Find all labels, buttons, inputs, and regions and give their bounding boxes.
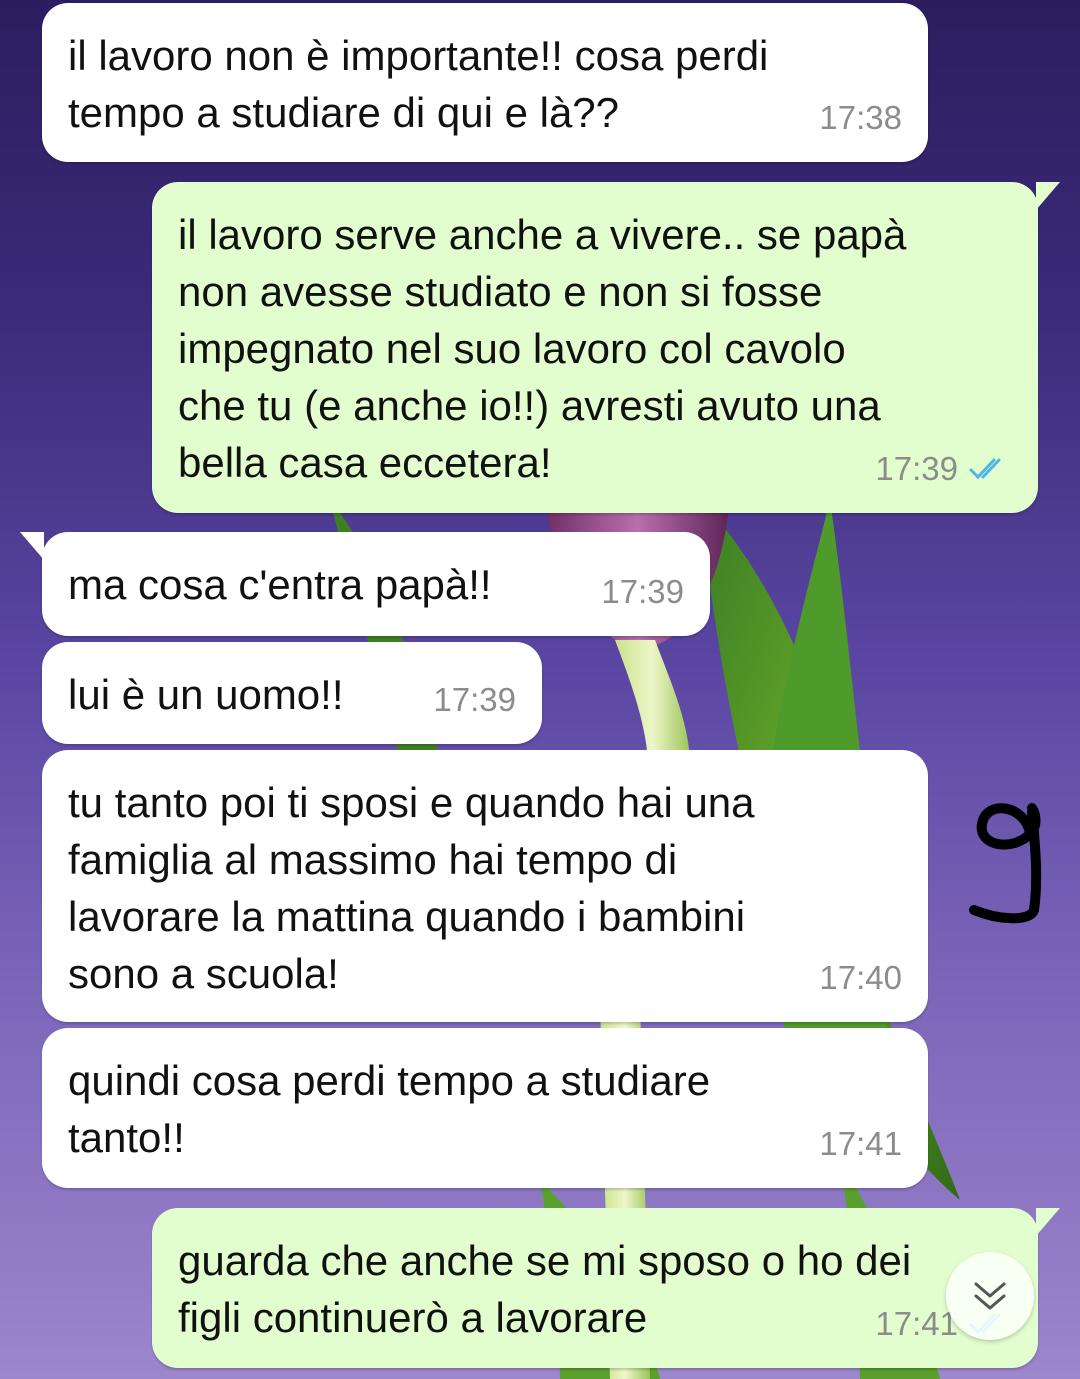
message-bubble-incoming[interactable]: quindi cosa perdi tempo a studiare tanto… bbox=[42, 1028, 928, 1188]
message-bubble-incoming[interactable]: il lavoro non è importante!! cosa perdi … bbox=[42, 3, 928, 162]
double-chevron-down-icon bbox=[974, 1282, 1006, 1310]
message-meta: 17:38 bbox=[819, 89, 902, 146]
message-text: il lavoro non è importante!! cosa perdi … bbox=[68, 32, 769, 136]
message-meta: 17:39 bbox=[433, 671, 516, 728]
message-time: 17:41 bbox=[819, 1125, 902, 1162]
message-time: 17:41 bbox=[875, 1305, 958, 1342]
message-meta: 17:40 bbox=[819, 949, 902, 1006]
bubble-tail bbox=[1036, 1208, 1060, 1236]
handwritten-nine-annotation bbox=[969, 803, 1042, 924]
scroll-to-bottom-button[interactable] bbox=[946, 1252, 1034, 1340]
read-ticks-icon bbox=[968, 456, 1012, 482]
message-text: quindi cosa perdi tempo a studiare tanto… bbox=[68, 1057, 711, 1161]
message-time: 17:38 bbox=[819, 99, 902, 136]
message-meta: 17:39 bbox=[875, 440, 1012, 497]
bubble-tail bbox=[20, 532, 44, 560]
message-time: 17:39 bbox=[433, 681, 516, 718]
message-text: tu tanto poi ti sposi e quando hai una f… bbox=[68, 779, 755, 997]
message-time: 17:39 bbox=[601, 573, 684, 610]
message-bubble-outgoing[interactable]: guarda che anche se mi sposo o ho dei fi… bbox=[152, 1208, 1060, 1368]
bubble-tail bbox=[1036, 182, 1060, 210]
message-time: 17:40 bbox=[819, 959, 902, 996]
message-bubble-incoming[interactable]: tu tanto poi ti sposi e quando hai una f… bbox=[42, 750, 928, 1022]
message-bubble-outgoing[interactable]: il lavoro serve anche a vivere.. se papà… bbox=[152, 182, 1060, 513]
message-meta: 17:41 bbox=[819, 1115, 902, 1172]
message-meta: 17:39 bbox=[601, 563, 684, 620]
message-bubble-incoming[interactable]: lui è un uomo!! 17:39 bbox=[42, 642, 542, 744]
message-text: ma cosa c'entra papà!! bbox=[68, 561, 492, 608]
message-time: 17:39 bbox=[875, 450, 958, 487]
message-bubble-incoming[interactable]: ma cosa c'entra papà!! 17:39 bbox=[20, 532, 710, 636]
